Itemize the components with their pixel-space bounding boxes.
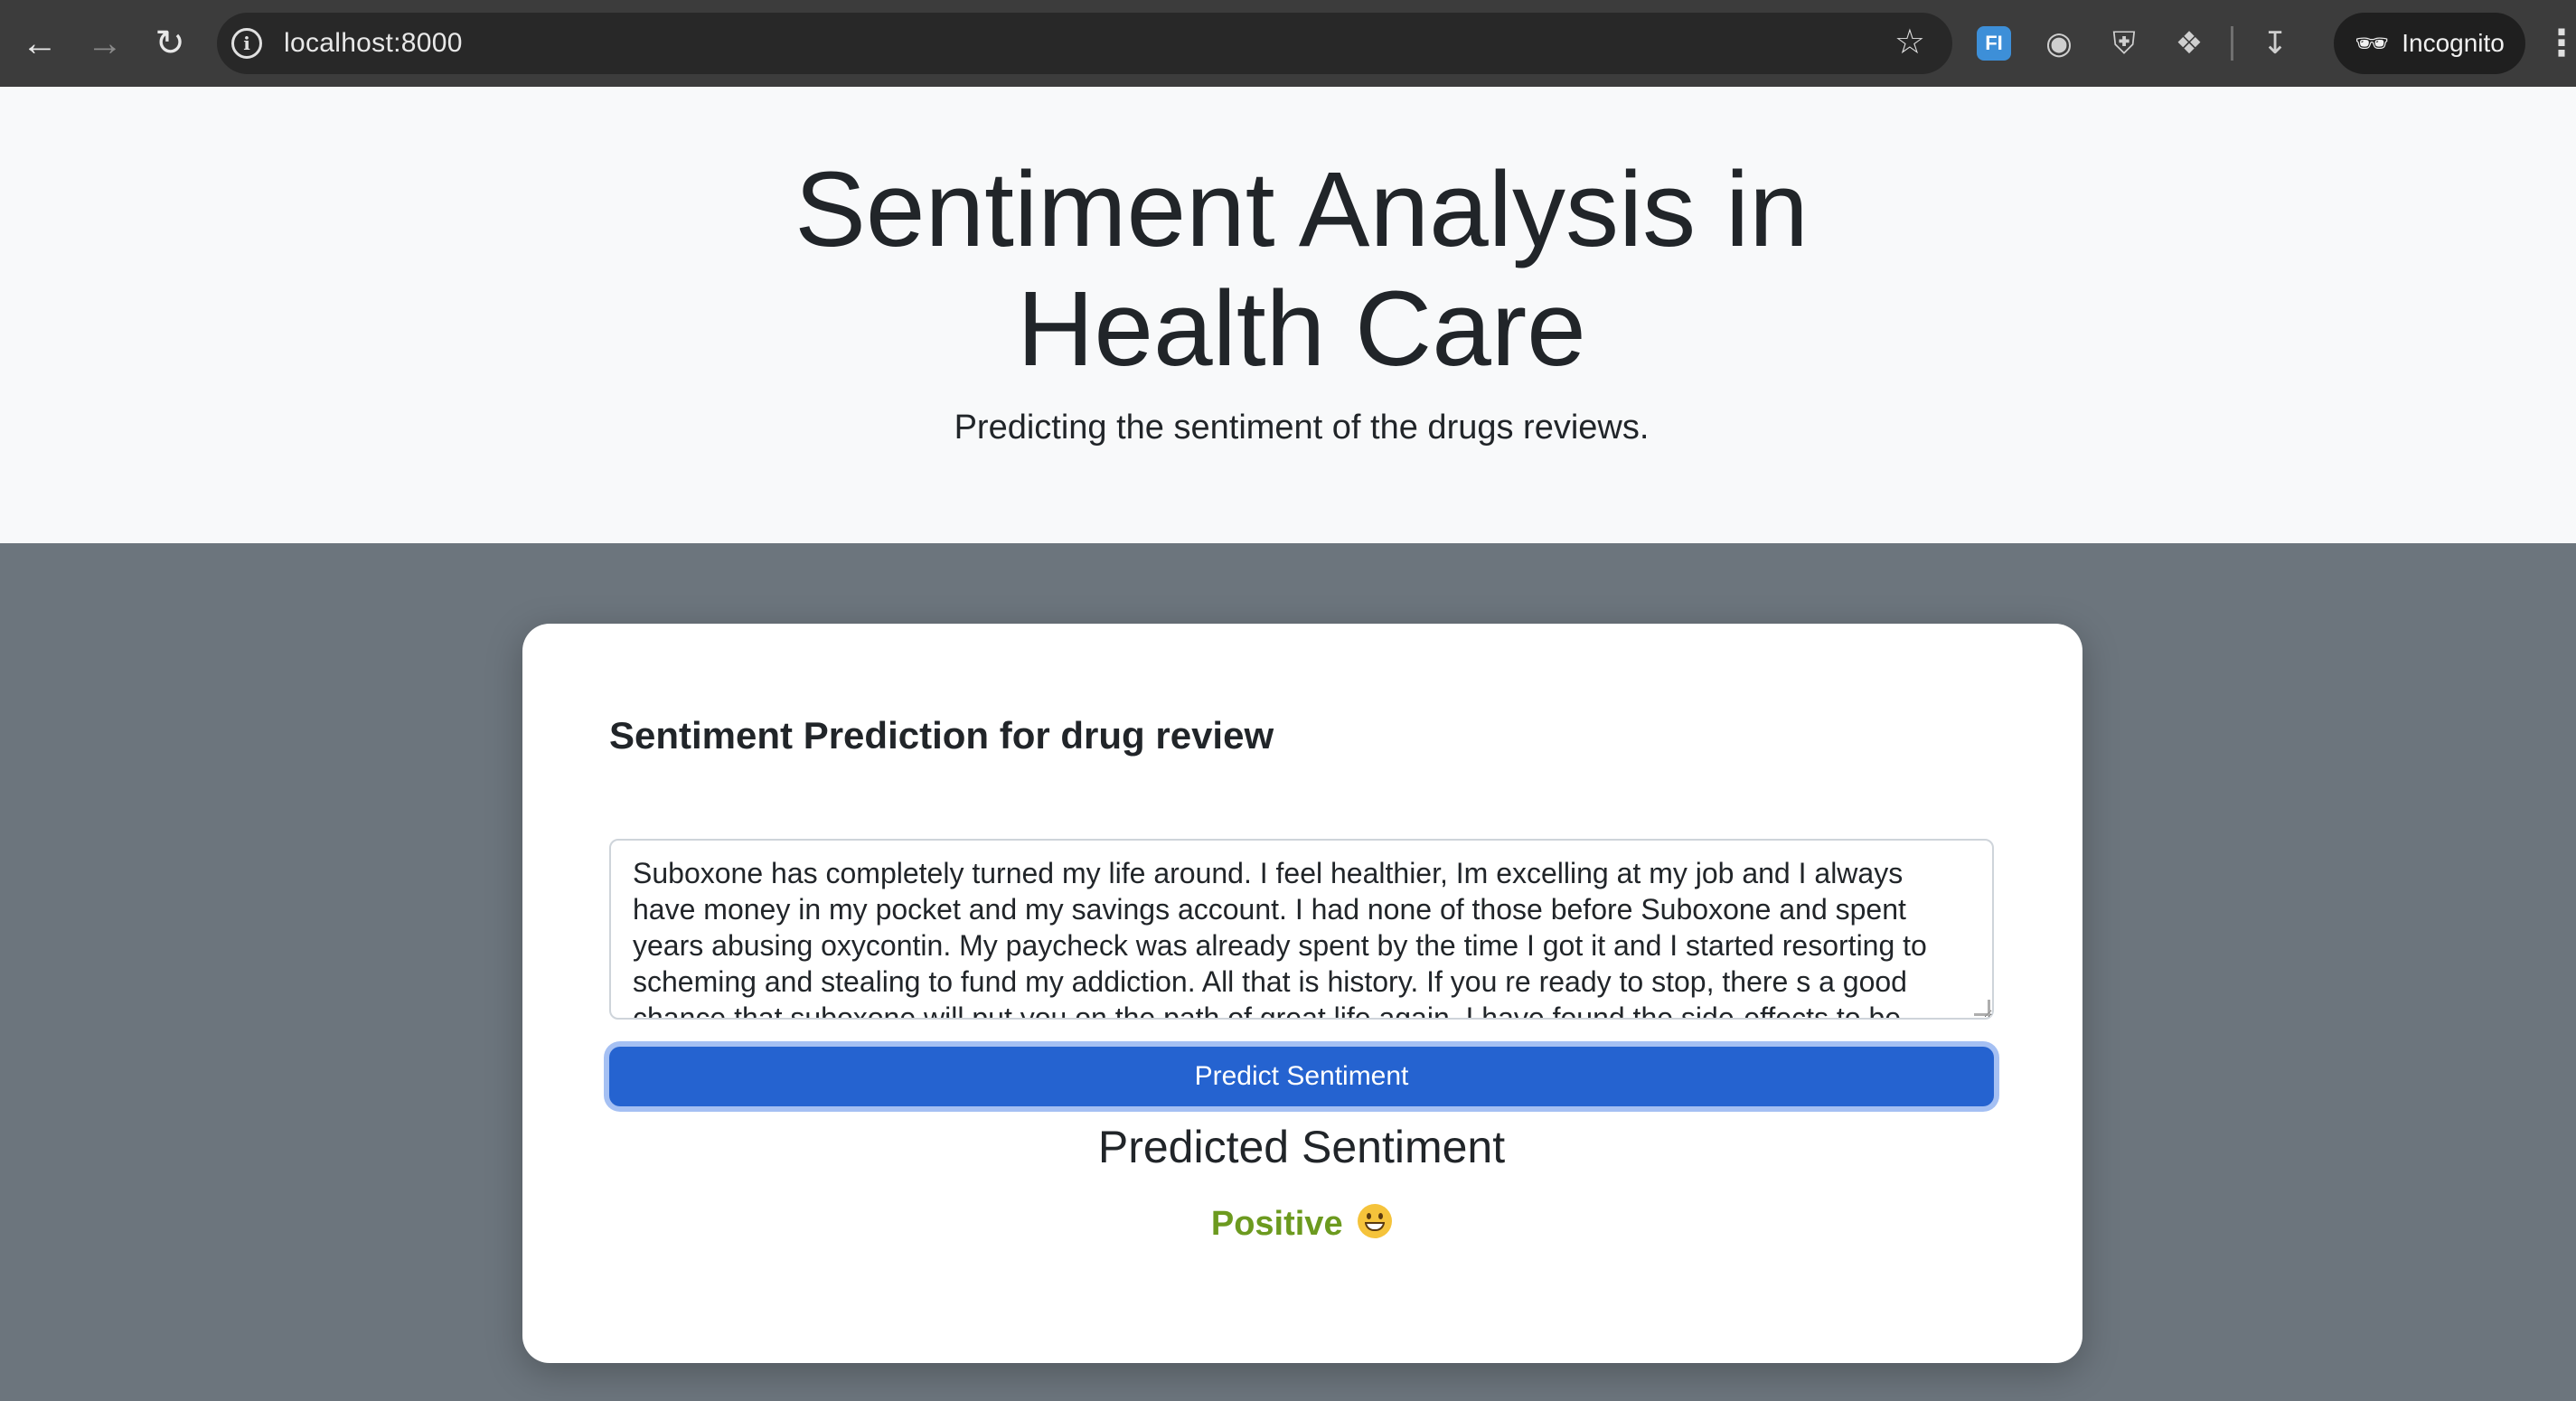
incognito-icon: 🕶 xyxy=(2355,28,2390,59)
browser-toolbar: ← → ↻ i localhost:8000 ☆ FI ◉ ⛨ ❖ ↧ 🕶 In… xyxy=(0,0,2576,87)
extension-badge: FI xyxy=(1977,26,2011,61)
sentiment-label: Positive xyxy=(1210,1205,1343,1243)
toolbar-divider xyxy=(2231,26,2233,61)
extensions-area: FI ◉ ⛨ ❖ ↧ xyxy=(1961,0,2308,87)
download-icon[interactable]: ↧ xyxy=(2242,0,2308,87)
reload-icon[interactable]: ↻ xyxy=(137,0,202,87)
hero-section: Sentiment Analysis in Health Care Predic… xyxy=(0,87,2576,543)
textarea-resize-handle[interactable] xyxy=(1974,1000,1990,1016)
card-heading: Sentiment Prediction for drug review xyxy=(609,714,1274,757)
grinning-face-icon xyxy=(1358,1204,1393,1238)
puzzle-icon[interactable]: ❖ xyxy=(2157,0,2222,87)
shield-icon[interactable]: ⛨ xyxy=(2092,0,2157,87)
page-subtitle: Predicting the sentiment of the drugs re… xyxy=(954,409,1650,447)
info-icon[interactable]: i xyxy=(231,28,262,59)
star-icon[interactable]: ☆ xyxy=(1894,22,1925,62)
translate-extension-icon[interactable]: FI xyxy=(1961,0,2026,87)
result-heading: Predicted Sentiment xyxy=(1097,1122,1506,1172)
url-text[interactable]: localhost:8000 xyxy=(284,28,463,59)
camera-icon[interactable]: ◉ xyxy=(2026,0,2092,87)
page-title: Sentiment Analysis in Health Care xyxy=(0,150,2576,389)
menu-dots-icon[interactable]: ⋮ xyxy=(2543,0,2576,87)
forward-arrow-icon[interactable]: → xyxy=(72,0,137,87)
result-value-row: Positive xyxy=(609,1204,1994,1244)
prediction-card: Sentiment Prediction for drug review Sub… xyxy=(522,624,2082,1363)
incognito-label: Incognito xyxy=(2402,29,2505,57)
back-arrow-icon[interactable]: ← xyxy=(7,0,72,87)
address-bar[interactable]: i localhost:8000 ☆ xyxy=(217,13,1952,74)
incognito-badge[interactable]: 🕶 Incognito xyxy=(2334,13,2525,74)
review-textarea[interactable]: Suboxone has completely turned my life a… xyxy=(609,839,1994,1020)
page-title-line2: Health Care xyxy=(1017,269,1586,389)
page-title-line1: Sentiment Analysis in xyxy=(794,150,1809,269)
predict-sentiment-button[interactable]: Predict Sentiment xyxy=(609,1047,1994,1106)
